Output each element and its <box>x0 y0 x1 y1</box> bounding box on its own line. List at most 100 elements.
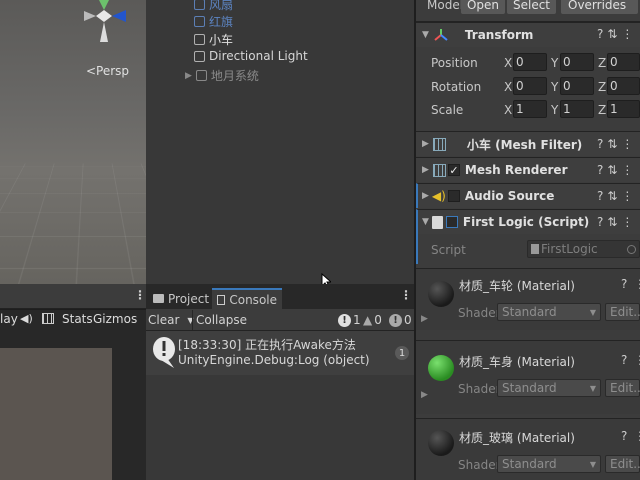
help-icon[interactable]: ? <box>621 353 627 367</box>
more-menu-icon[interactable]: ⋮ <box>400 288 412 302</box>
material-title: 材质_玻璃 (Material) <box>459 431 575 445</box>
shader-dropdown[interactable]: Standard ▼ <box>497 303 601 321</box>
scale-z-field[interactable]: 1 <box>607 100 640 118</box>
log-toggle[interactable]: ! 1 <box>338 311 361 329</box>
more-menu-icon[interactable]: ⋮ <box>134 288 146 302</box>
shader-dropdown[interactable]: Standard ▼ <box>497 455 601 473</box>
folder-icon <box>153 294 164 303</box>
component-actions[interactable]: ?⇅⋮ <box>597 27 637 41</box>
collapse-button[interactable]: Collapse <box>196 311 247 329</box>
hierarchy-item-label: 风扇 <box>209 0 234 12</box>
axis-y-label: Y <box>551 103 559 117</box>
hierarchy-item-label: 红旗 <box>209 15 234 29</box>
hierarchy-item-selected[interactable]: 小车 <box>194 31 233 48</box>
help-icon[interactable]: ? <box>621 277 627 291</box>
clear-button[interactable]: Clear ▼ <box>148 311 194 329</box>
position-x-field[interactable]: 0 <box>513 53 547 71</box>
audio-source-icon: ◀) <box>431 189 446 203</box>
hierarchy-item[interactable]: 风扇 <box>194 0 233 13</box>
component-actions[interactable]: ?⇅⋮ <box>597 189 637 203</box>
rotation-label: Rotation <box>431 80 482 94</box>
console-icon <box>217 294 226 305</box>
transform-icon <box>434 29 448 41</box>
component-title: First Logic (Script) <box>462 215 590 229</box>
scale-x-field[interactable]: 1 <box>513 100 547 118</box>
more-menu-icon[interactable]: ⋮ <box>634 353 640 367</box>
tab-project[interactable]: Project <box>148 288 214 309</box>
axis-x-label: X <box>504 80 513 94</box>
enabled-checkbox[interactable]: ✓ <box>447 164 460 176</box>
tab-console[interactable]: Console <box>212 288 282 309</box>
grid-icon[interactable] <box>42 313 54 324</box>
rotation-y-field[interactable]: 0 <box>560 77 594 95</box>
enabled-checkbox[interactable] <box>445 216 458 228</box>
enabled-checkbox[interactable] <box>447 190 460 202</box>
shader-label: Shader <box>458 306 501 320</box>
mesh-filter-icon <box>432 137 446 151</box>
persp-label[interactable]: <Persp <box>86 64 129 78</box>
axis-z-label: Z <box>598 103 607 117</box>
component-actions[interactable]: ?⇅⋮ <box>597 215 637 229</box>
hierarchy-item[interactable]: Directional Light <box>194 49 308 63</box>
error-icon: ! <box>389 313 402 327</box>
edit-shader-button[interactable]: Edit... <box>605 455 640 473</box>
stats-button[interactable]: Stats <box>62 312 93 326</box>
shader-value: Standard <box>502 457 557 471</box>
chevron-down-icon: ▼ <box>589 459 596 469</box>
chevron-right-icon[interactable]: ▶ <box>422 165 429 175</box>
chevron-right-icon[interactable]: ▶ <box>422 139 429 149</box>
maximize-on-play-label[interactable]: lay <box>0 312 18 326</box>
material-preview-icon <box>428 355 454 381</box>
edit-shader-button[interactable]: Edit... <box>605 379 640 397</box>
hierarchy-item[interactable]: ▶ 地月系统 <box>185 67 259 84</box>
tab-label: Project <box>168 291 210 306</box>
component-actions[interactable]: ?⇅⋮ <box>597 137 637 151</box>
help-icon[interactable]: ? <box>621 429 627 443</box>
error-toggle[interactable]: ! 0 <box>389 311 412 329</box>
more-menu-icon[interactable]: ⋮ <box>634 429 640 443</box>
more-menu-icon[interactable]: ⋮ <box>634 277 640 291</box>
object-picker-icon <box>627 244 636 254</box>
hierarchy-panel <box>146 0 414 284</box>
chevron-down-icon[interactable]: ▼ <box>422 217 429 227</box>
shader-value: Standard <box>502 305 557 319</box>
component-title: Audio Source <box>464 189 555 203</box>
warning-toggle[interactable]: ▲ 0 <box>363 311 382 329</box>
component-title: 小车 (Mesh Filter) <box>466 137 583 152</box>
model-label: Model <box>427 0 464 12</box>
gizmos-button[interactable]: Gizmos <box>93 312 137 326</box>
axis-x-label: X <box>504 56 513 70</box>
warning-count: 0 <box>374 313 382 327</box>
expand-arrow-icon[interactable]: ▶ <box>185 71 192 81</box>
position-z-field[interactable]: 0 <box>607 53 640 71</box>
chevron-right-icon[interactable]: ▶ <box>421 390 428 400</box>
scene-view[interactable]: <Persp <box>0 0 146 284</box>
edit-shader-button[interactable]: Edit... <box>605 303 640 321</box>
chevron-down-icon[interactable]: ▼ <box>422 30 429 40</box>
log-count-badge: 1 <box>395 346 409 360</box>
position-y-field[interactable]: 0 <box>560 53 594 71</box>
game-render-area <box>0 348 112 480</box>
game-toolbar <box>0 284 146 309</box>
chevron-right-icon[interactable]: ▶ <box>422 191 429 201</box>
rotation-z-field[interactable]: 0 <box>607 77 640 95</box>
gameobject-icon <box>195 70 207 81</box>
shader-dropdown[interactable]: Standard ▼ <box>497 379 601 397</box>
open-button[interactable]: Open <box>461 0 505 14</box>
select-button[interactable]: Select <box>507 0 556 14</box>
scene-gizmo-icon[interactable] <box>82 0 132 48</box>
hierarchy-item[interactable]: 红旗 <box>194 13 233 30</box>
axis-y-label: Y <box>551 56 559 70</box>
scale-y-field[interactable]: 1 <box>560 100 594 118</box>
overrides-dropdown[interactable]: Overrides <box>561 0 638 14</box>
material-preview-icon <box>428 281 454 307</box>
audio-icon[interactable]: ◀) <box>20 312 33 325</box>
collapse-label: Collapse <box>196 313 247 327</box>
rotation-x-field[interactable]: 0 <box>513 77 547 95</box>
chevron-right-icon[interactable]: ▶ <box>421 314 428 324</box>
divider <box>192 310 193 330</box>
component-actions[interactable]: ?⇅⋮ <box>597 163 637 177</box>
script-value: FirstLogic <box>541 242 598 256</box>
gameobject-icon <box>194 0 205 10</box>
position-label: Position <box>431 56 478 70</box>
